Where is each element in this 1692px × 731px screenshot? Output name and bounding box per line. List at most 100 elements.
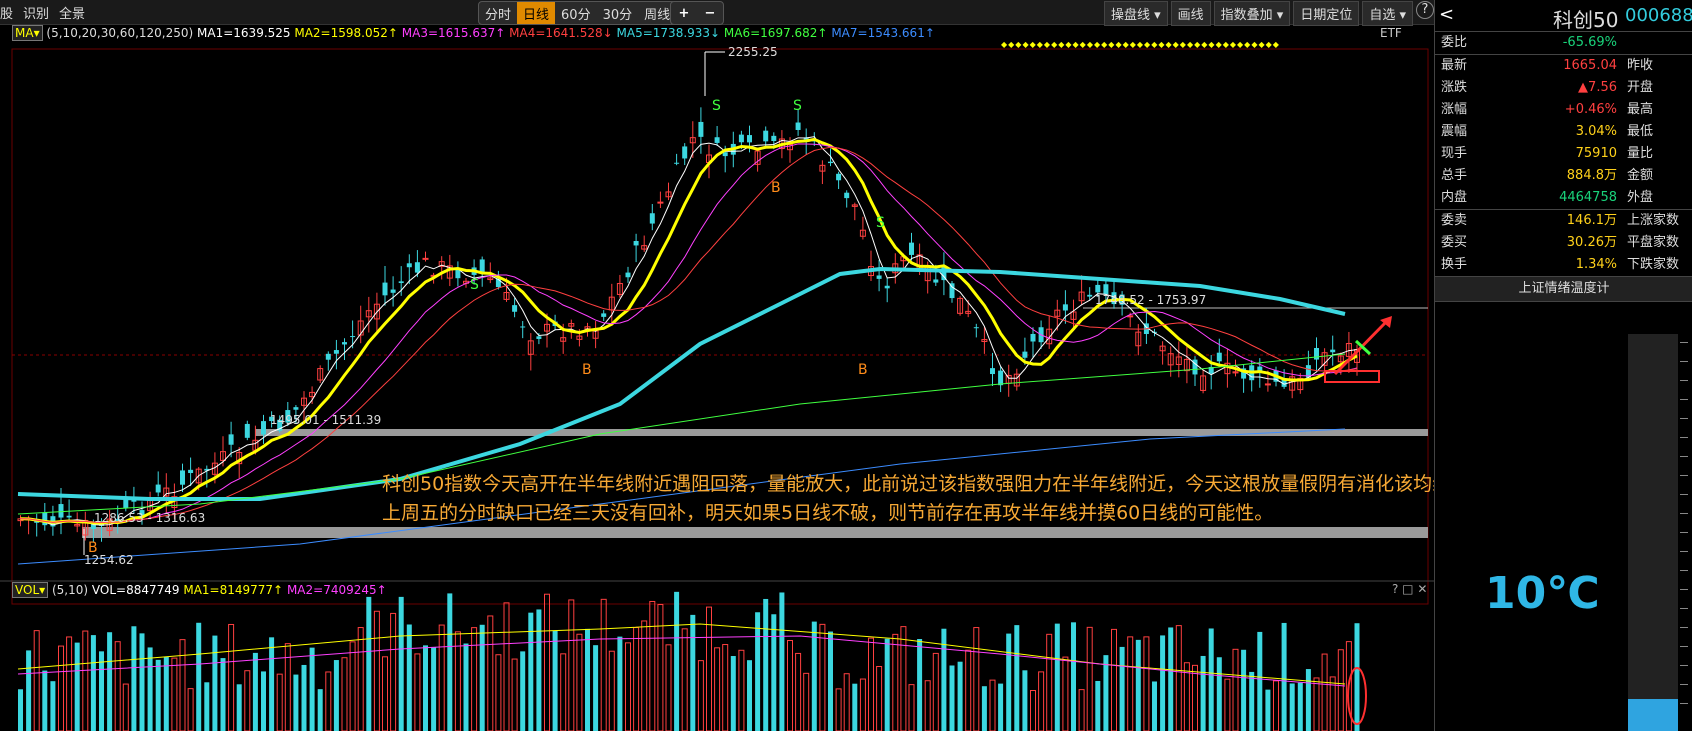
volume-bar bbox=[674, 591, 680, 731]
volume-bar bbox=[738, 649, 745, 731]
volume-bar bbox=[357, 627, 364, 731]
quote-row: 委卖 146.1万 上涨家数 bbox=[1435, 209, 1692, 232]
volume-bar bbox=[1054, 623, 1060, 731]
toolbar-tool-button[interactable]: 操盘线 ▾ bbox=[1103, 1, 1168, 26]
toolbar-left-menu: 股识别 全景 bbox=[0, 3, 95, 22]
volume-bar bbox=[325, 671, 332, 731]
volume-bar bbox=[924, 680, 931, 731]
volume-bar bbox=[989, 679, 996, 731]
toolbar-menu-item[interactable]: 全景 bbox=[59, 7, 85, 22]
period-tab[interactable]: 30分 bbox=[597, 2, 639, 24]
volume-bar bbox=[981, 686, 987, 731]
period-tab[interactable]: 分时 bbox=[479, 2, 517, 24]
volume-bar bbox=[1273, 680, 1279, 731]
period-tab[interactable]: 日线 bbox=[517, 2, 556, 24]
ma3-line bbox=[20, 143, 1358, 523]
toolbar: 股识别 全景 分时 日线 60分 30分 周线 ▾ + − 操盘线 ▾ 画线 指数叠加 ▾ 日期… bbox=[0, 0, 1434, 26]
toolbar-tool-button[interactable]: 画线 bbox=[1170, 1, 1211, 26]
volume-bar bbox=[1281, 622, 1287, 731]
thermometer-tick bbox=[1680, 361, 1688, 362]
quote-row: 内盘 4464758 外盘 bbox=[1435, 187, 1692, 209]
volume-bar bbox=[722, 644, 729, 731]
candle-body bbox=[1314, 347, 1319, 360]
candle-body bbox=[188, 469, 194, 474]
index-name: 科创50 bbox=[1553, 8, 1619, 32]
candle-body bbox=[714, 137, 720, 143]
quote-panel: < 科创50 000688 委比 -65.69% 最新 1665.04 昨收 涨跌 ▲7.5… bbox=[1434, 0, 1692, 731]
vol-params: (5,10) bbox=[51, 583, 89, 597]
volume-bar bbox=[1200, 655, 1206, 731]
volume-bar bbox=[431, 647, 437, 731]
toolbar-tool-button[interactable]: 指数叠加 ▾ bbox=[1213, 1, 1291, 26]
zone-top-label: 1748.52 - 1753.97 bbox=[1095, 293, 1206, 307]
quote-value: 884.8万 bbox=[1566, 168, 1617, 183]
candle-body bbox=[649, 213, 655, 224]
toolbar-menu-item[interactable]: 识别 bbox=[23, 7, 49, 22]
volume-bar bbox=[463, 643, 469, 731]
candle-body bbox=[625, 272, 631, 278]
volume-bar bbox=[1354, 623, 1360, 731]
volume-bar bbox=[163, 656, 169, 731]
volume-bar bbox=[479, 624, 485, 731]
volume-bar bbox=[495, 654, 502, 731]
volume-bar bbox=[1257, 631, 1263, 731]
candle-body bbox=[406, 263, 412, 268]
candle-body bbox=[58, 504, 64, 518]
volume-bar bbox=[1078, 689, 1085, 731]
volume-bar bbox=[1313, 677, 1320, 731]
back-icon[interactable]: < bbox=[1439, 4, 1454, 25]
sell-signal: S bbox=[876, 215, 885, 231]
support-zone-upper bbox=[255, 429, 1428, 436]
volume-bar bbox=[1127, 636, 1134, 731]
quote-label-2: 上涨家数 bbox=[1627, 213, 1680, 228]
candle-body bbox=[1264, 383, 1271, 386]
candle-body bbox=[657, 201, 664, 204]
volume-bar bbox=[852, 683, 858, 731]
volume-bar bbox=[293, 674, 299, 731]
volume-bar bbox=[1337, 649, 1344, 731]
volume-bar bbox=[998, 683, 1004, 731]
candle-body bbox=[844, 192, 850, 199]
volume-bar bbox=[560, 653, 567, 731]
candle-body bbox=[933, 279, 939, 283]
volume-bar bbox=[552, 630, 558, 731]
volume-bar bbox=[317, 689, 323, 731]
volume-bar bbox=[269, 637, 275, 731]
quote-value: 75910 bbox=[1575, 146, 1617, 161]
vol-value: MA1=8149777↑ bbox=[179, 583, 284, 597]
volume-bar bbox=[900, 626, 907, 731]
volume-bar bbox=[122, 683, 129, 731]
thermometer-tick bbox=[1680, 437, 1688, 438]
volume-bar bbox=[1071, 622, 1076, 731]
volume-bar bbox=[811, 621, 817, 731]
candle-body bbox=[973, 327, 979, 329]
candle-body bbox=[342, 342, 347, 345]
volume-bar bbox=[114, 641, 121, 731]
quote-value: 146.1万 bbox=[1566, 213, 1617, 228]
period-tab[interactable]: 60分 bbox=[555, 2, 597, 24]
vol-panel-controls[interactable]: ? □ ✕ bbox=[1392, 582, 1427, 596]
quote-value: 3.04% bbox=[1575, 124, 1617, 139]
volume-bar bbox=[868, 637, 874, 731]
candle-body bbox=[771, 135, 777, 142]
toolbar-menu-item[interactable]: 股 bbox=[0, 7, 13, 22]
volume-bar bbox=[973, 627, 980, 731]
vol-indicator-dropdown[interactable]: VOL▾ bbox=[12, 582, 49, 598]
help-icon[interactable]: ? bbox=[1416, 1, 1434, 19]
zoom-in-button[interactable]: + bbox=[679, 6, 690, 21]
sell-signal: S bbox=[470, 277, 479, 293]
kline-chart[interactable]: 2255.251254.621495.01 - 1511.391286.53 -… bbox=[0, 24, 1434, 731]
quote-label: 涨幅 bbox=[1441, 102, 1468, 117]
volume-bar bbox=[139, 633, 145, 731]
candle-body bbox=[123, 499, 129, 508]
quote-value: 4464758 bbox=[1559, 190, 1617, 205]
zoom-out-button[interactable]: − bbox=[705, 6, 716, 21]
thermometer-tick bbox=[1680, 665, 1688, 666]
quote-row: 委买 30.26万 平盘家数 bbox=[1435, 232, 1692, 254]
volume-bar bbox=[608, 650, 615, 731]
thermometer-tick bbox=[1680, 627, 1688, 628]
quote-label-2: 金额 bbox=[1627, 168, 1654, 183]
candle-body bbox=[512, 305, 518, 312]
toolbar-tool-button[interactable]: 日期定位 bbox=[1293, 1, 1360, 26]
toolbar-tool-button[interactable]: 自选 ▾ bbox=[1362, 1, 1413, 26]
